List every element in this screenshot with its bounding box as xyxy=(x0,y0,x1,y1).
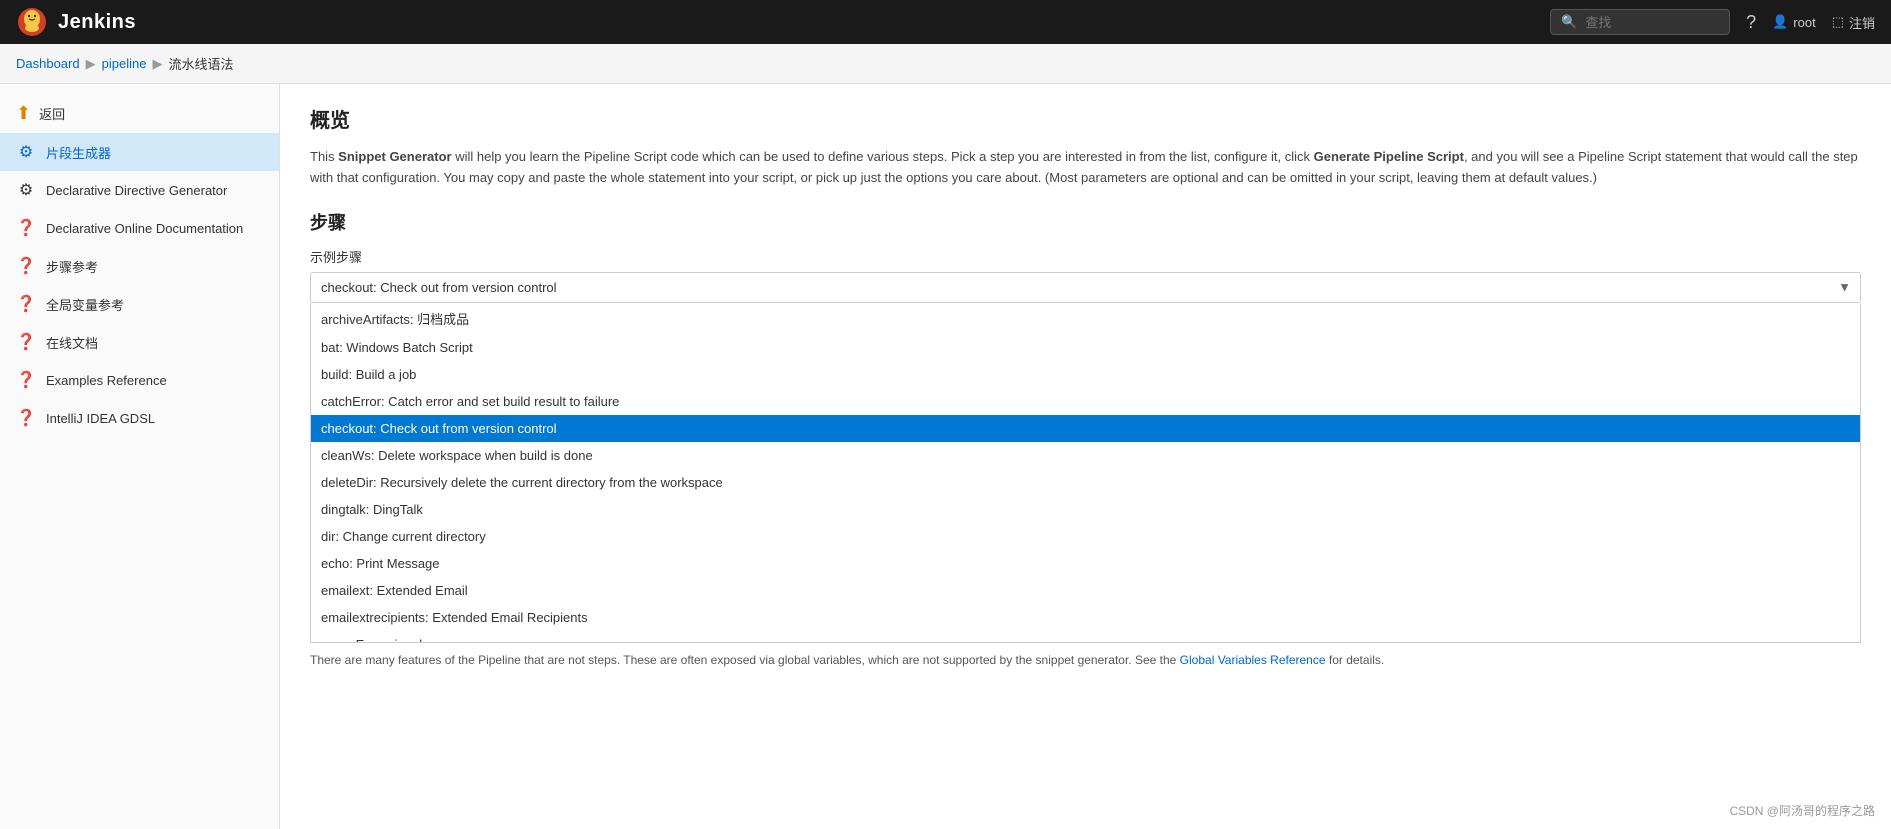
jenkins-logo xyxy=(16,6,48,38)
sidebar-item-intellij-gdsl[interactable]: ❓ IntelliJ IDEA GDSL xyxy=(0,399,279,437)
dropdown-list: archiveArtifacts: 归档成品bat: Windows Batch… xyxy=(310,303,1861,643)
breadcrumb-sep-2: ▶ xyxy=(152,56,162,72)
navbar-left: Jenkins xyxy=(16,6,136,38)
steps-title: 步骤 xyxy=(310,209,1861,235)
navbar: Jenkins 🔍 ? 👤 root ⬚ 注销 xyxy=(0,0,1891,44)
list-item[interactable]: checkout: Check out from version control xyxy=(311,415,1860,442)
list-item[interactable]: dir: Change current directory xyxy=(311,523,1860,550)
list-item[interactable]: echo: Print Message xyxy=(311,550,1860,577)
list-item[interactable]: archiveArtifacts: 归档成品 xyxy=(311,303,1860,334)
sidebar-item-label-1: 片段生成器 xyxy=(46,143,111,162)
steps-dropdown[interactable]: archiveArtifacts: 归档成品bat: Windows Batch… xyxy=(310,272,1861,303)
sidebar-item-declarative-online-doc[interactable]: ❓ Declarative Online Documentation xyxy=(0,209,279,247)
search-box[interactable]: 🔍 xyxy=(1550,9,1730,35)
app-title: Jenkins xyxy=(58,11,136,34)
list-item[interactable]: error: Error signal xyxy=(311,631,1860,643)
description-text: This Snippet Generator will help you lea… xyxy=(310,147,1861,189)
breadcrumb: Dashboard ▶ pipeline ▶ 流水线语法 xyxy=(0,44,1891,84)
navbar-right: 🔍 ? 👤 root ⬚ 注销 xyxy=(1550,9,1875,35)
dropdown-list-container: archiveArtifacts: 归档成品bat: Windows Batch… xyxy=(310,303,1861,643)
sidebar-item-label-7: Examples Reference xyxy=(46,373,167,388)
list-item[interactable]: catchError: Catch error and set build re… xyxy=(311,388,1860,415)
list-item[interactable]: dingtalk: DingTalk xyxy=(311,496,1860,523)
list-item[interactable]: emailextrecipients: Extended Email Recip… xyxy=(311,604,1860,631)
footer-note: There are many features of the Pipeline … xyxy=(310,651,1861,669)
generate-script-bold: Generate Pipeline Script xyxy=(1314,149,1464,164)
help-icon-3: ❓ xyxy=(16,294,36,314)
sidebar-item-declarative-directive[interactable]: ⚙ Declarative Directive Generator xyxy=(0,171,279,209)
list-item[interactable]: bat: Windows Batch Script xyxy=(311,334,1860,361)
sidebar-item-examples-reference[interactable]: ❓ Examples Reference xyxy=(0,361,279,399)
sidebar-back-label: 返回 xyxy=(39,104,65,123)
help-icon-6: ❓ xyxy=(16,408,36,428)
list-item[interactable]: emailext: Extended Email xyxy=(311,577,1860,604)
list-item[interactable]: deleteDir: Recursively delete the curren… xyxy=(311,469,1860,496)
content-area: 概览 This Snippet Generator will help you … xyxy=(280,84,1891,829)
steps-label: 示例步骤 xyxy=(310,247,1861,266)
help-icon-2: ❓ xyxy=(16,256,36,276)
sidebar-item-label-6: 在线文档 xyxy=(46,333,98,352)
sidebar-item-label-4: 步骤参考 xyxy=(46,257,98,276)
sidebar-item-snippet-generator[interactable]: ⚙ 片段生成器 xyxy=(0,133,279,171)
overview-title: 概览 xyxy=(310,104,1861,133)
steps-dropdown-wrapper: archiveArtifacts: 归档成品bat: Windows Batch… xyxy=(310,272,1861,303)
help-icon-5: ❓ xyxy=(16,370,36,390)
breadcrumb-sep-1: ▶ xyxy=(86,56,96,72)
gear-icon-1: ⚙ xyxy=(16,142,36,162)
sidebar-item-label-3: Declarative Online Documentation xyxy=(46,221,243,236)
global-variables-reference-link[interactable]: Global Variables Reference xyxy=(1180,653,1326,667)
user-icon: 👤 xyxy=(1772,14,1788,30)
sidebar-item-step-reference[interactable]: ❓ 步骤参考 xyxy=(0,247,279,285)
logout-button[interactable]: ⬚ 注销 xyxy=(1832,13,1875,32)
sidebar-item-global-var-reference[interactable]: ❓ 全局变量参考 xyxy=(0,285,279,323)
help-icon-1: ❓ xyxy=(16,218,36,238)
sidebar-item-label-8: IntelliJ IDEA GDSL xyxy=(46,411,155,426)
list-item[interactable]: cleanWs: Delete workspace when build is … xyxy=(311,442,1860,469)
search-icon: 🔍 xyxy=(1561,14,1577,30)
help-icon[interactable]: ? xyxy=(1746,12,1756,33)
logout-icon: ⬚ xyxy=(1832,14,1844,30)
back-arrow-icon: ⬆ xyxy=(16,103,31,124)
breadcrumb-dashboard[interactable]: Dashboard xyxy=(16,56,80,71)
sidebar-item-label-2: Declarative Directive Generator xyxy=(46,183,227,198)
main-layout: ⬆ 返回 ⚙ 片段生成器 ⚙ Declarative Directive Gen… xyxy=(0,84,1891,829)
sidebar-back-button[interactable]: ⬆ 返回 xyxy=(0,94,279,133)
snippet-generator-bold: Snippet Generator xyxy=(338,149,451,164)
search-input[interactable] xyxy=(1585,15,1705,30)
sidebar: ⬆ 返回 ⚙ 片段生成器 ⚙ Declarative Directive Gen… xyxy=(0,84,280,829)
help-icon-4: ❓ xyxy=(16,332,36,352)
sidebar-item-label-5: 全局变量参考 xyxy=(46,295,124,314)
watermark: CSDN @阿汤哥的程序之路 xyxy=(1729,802,1875,819)
breadcrumb-current: 流水线语法 xyxy=(168,54,233,73)
sidebar-item-online-doc[interactable]: ❓ 在线文档 xyxy=(0,323,279,361)
user-label: 👤 root xyxy=(1772,14,1816,30)
list-item[interactable]: build: Build a job xyxy=(311,361,1860,388)
gear-icon-2: ⚙ xyxy=(16,180,36,200)
breadcrumb-pipeline[interactable]: pipeline xyxy=(102,56,147,71)
